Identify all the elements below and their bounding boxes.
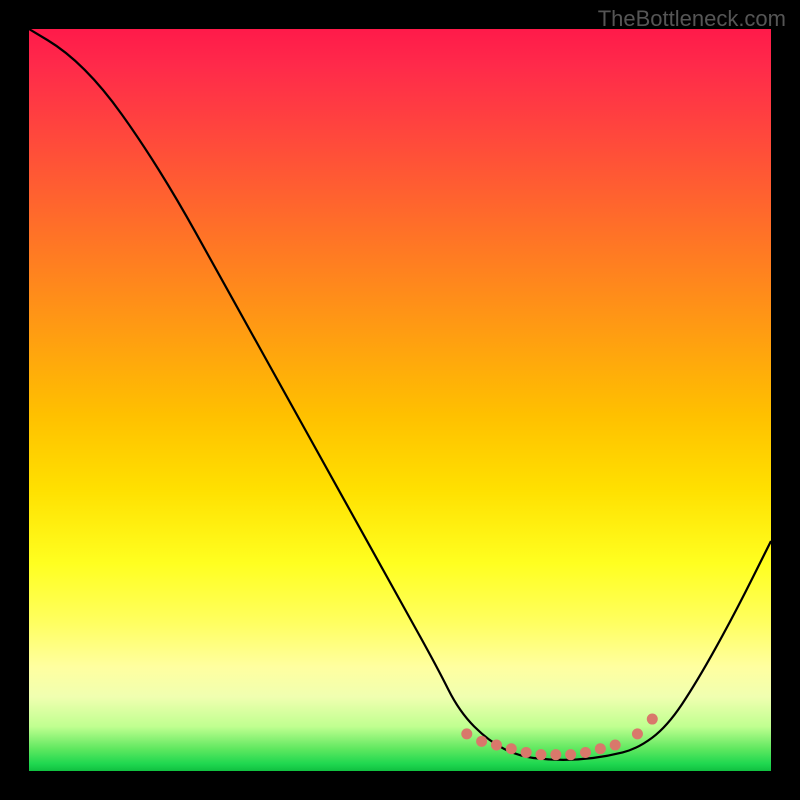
optimal-dot — [610, 740, 621, 751]
optimal-dot — [521, 747, 532, 758]
optimal-dot — [565, 749, 576, 760]
optimal-dot — [550, 749, 561, 760]
chart-svg — [29, 29, 771, 771]
bottleneck-curve — [29, 29, 771, 760]
optimal-dot — [647, 714, 658, 725]
optimal-dot — [632, 728, 643, 739]
optimal-dot — [461, 728, 472, 739]
optimal-dot — [595, 743, 606, 754]
optimal-dot — [580, 747, 591, 758]
plot-area — [29, 29, 771, 771]
optimal-dot — [535, 749, 546, 760]
optimal-dot — [506, 743, 517, 754]
optimal-zone-dots — [461, 714, 658, 761]
optimal-dot — [476, 736, 487, 747]
optimal-dot — [491, 740, 502, 751]
attribution-text: TheBottleneck.com — [598, 6, 786, 32]
